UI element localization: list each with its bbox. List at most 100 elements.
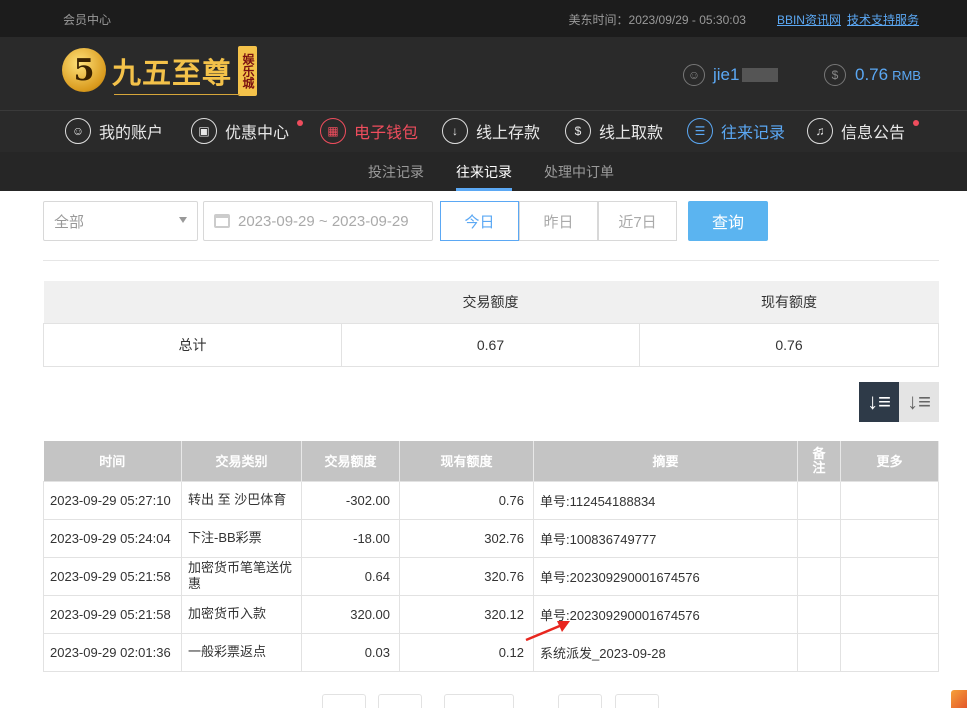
type-cell: 转出 至 沙巴体育 — [181, 480, 302, 520]
record-icon: ☰ — [687, 118, 713, 144]
nav-online-deposit[interactable]: ↓ 线上存款 — [442, 118, 540, 144]
withdraw-icon: $ — [565, 118, 591, 144]
pager-prev-button[interactable] — [378, 694, 422, 708]
nav-online-withdraw[interactable]: $ 线上取款 — [565, 118, 663, 144]
type-cell: 下注-BB彩票 — [181, 518, 302, 558]
notification-dot — [297, 120, 303, 126]
dollar-icon: $ — [824, 64, 846, 86]
calendar-icon — [214, 214, 230, 228]
table-row: 2023-09-29 05:27:10 转出 至 沙巴体育 -302.00 0.… — [43, 480, 939, 520]
summary-cell: 总计 — [43, 322, 342, 367]
summary-cell: 0.76 — [639, 322, 939, 367]
yesterday-button[interactable]: 昨日 — [519, 201, 598, 241]
type-select-value: 全部 — [54, 213, 85, 231]
floating-widget-icon[interactable] — [951, 690, 967, 708]
logo-ornament — [114, 94, 240, 102]
note-cell — [797, 556, 841, 596]
summary-cell: 单号:100836749777 — [533, 518, 798, 558]
sort-asc-button[interactable]: ↓≡ — [899, 382, 939, 422]
time-cell: 2023-09-29 05:21:58 — [43, 594, 182, 634]
records-header-row: 时间 交易类别 交易额度 现有额度 摘要 备注 更多 — [43, 441, 939, 481]
sort-desc-button[interactable]: ↓≡ — [859, 382, 899, 422]
summary-header-row: 交易额度 现有额度 — [43, 281, 939, 323]
note-cell — [797, 632, 841, 672]
today-button[interactable]: 今日 — [440, 201, 519, 241]
sort-asc-icon: ↓≡ — [907, 389, 931, 414]
table-row: 2023-09-29 05:21:58 加密货币笔笔送优惠 0.64 320.7… — [43, 556, 939, 596]
bbin-news-link[interactable]: BBIN资讯网 — [777, 11, 841, 28]
more-cell — [840, 632, 939, 672]
type-cell: 加密货币笔笔送优惠 — [181, 556, 302, 596]
more-cell — [840, 594, 939, 634]
pager-page-input[interactable] — [444, 694, 514, 708]
main-nav: ☺ 我的账户 ▣ 优惠中心 ▦ 电子钱包 ↓ 线上存款 $ 线上取款 ☰ 往来记录 ♫ 信息公… — [0, 110, 967, 152]
nav-transaction-record[interactable]: ☰ 往来记录 — [687, 118, 785, 144]
top-bar: 会员中心 美东时间：2023/09/29 - 05:30:03 BBIN资讯网 … — [0, 0, 967, 37]
tab-bet-records[interactable]: 投注记录 — [368, 162, 424, 182]
eastern-time: 美东时间：2023/09/29 - 05:30:03 — [568, 13, 746, 27]
column-header: 备注 — [797, 441, 841, 481]
pager-next-button[interactable] — [558, 694, 602, 708]
date-range-value: 2023-09-29 ~ 2023-09-29 — [238, 212, 409, 230]
summary-cell: 单号:112454188834 — [533, 480, 798, 520]
nav-e-wallet[interactable]: ▦ 电子钱包 — [320, 118, 418, 144]
query-button[interactable]: 查询 — [688, 201, 768, 241]
pager-first-button[interactable] — [322, 694, 366, 708]
nav-announcements[interactable]: ♫ 信息公告 — [807, 118, 919, 144]
sub-nav: 投注记录 往来记录 处理中订单 — [0, 152, 967, 191]
column-header: 交易额度 — [301, 441, 400, 481]
type-cell: 一般彩票返点 — [181, 632, 302, 672]
user-info[interactable]: ☺ jie1 — [683, 64, 779, 86]
sort-desc-icon: ↓≡ — [867, 389, 891, 414]
time-cell: 2023-09-29 05:21:58 — [43, 556, 182, 596]
column-header: 交易类别 — [181, 441, 302, 481]
column-header: 更多 — [840, 441, 939, 481]
pager-last-button[interactable] — [615, 694, 659, 708]
amount-cell: -302.00 — [301, 480, 400, 520]
balance-unit: RMB — [892, 67, 921, 83]
header: 5 九五至尊 娱乐城 ☺ jie1 $ 0.76 RMB — [0, 37, 967, 110]
amount-cell: 0.64 — [301, 556, 400, 596]
type-cell: 加密货币入款 — [181, 594, 302, 634]
logo-badge: 娱乐城 — [238, 46, 258, 96]
more-cell — [840, 480, 939, 520]
balance-cell: 320.76 — [399, 556, 534, 596]
time-cell: 2023-09-29 05:24:04 — [43, 518, 182, 558]
amount-cell: 0.03 — [301, 632, 400, 672]
note-cell — [797, 594, 841, 634]
balance-cell: 320.12 — [399, 594, 534, 634]
balance-info: $ 0.76 RMB — [824, 64, 921, 86]
logo-text: 九五至尊 — [112, 56, 233, 90]
date-range-input[interactable]: 2023-09-29 ~ 2023-09-29 — [203, 201, 433, 241]
time-cell: 2023-09-29 02:01:36 — [43, 632, 182, 672]
last-7-days-button[interactable]: 近7日 — [598, 201, 677, 241]
summary-cell: 系统派发_2023-09-28 — [533, 632, 798, 672]
nav-promotions[interactable]: ▣ 优惠中心 — [191, 118, 303, 144]
logo-mark: 5 — [62, 48, 106, 92]
top-bar-right: 美东时间：2023/09/29 - 05:30:03 BBIN资讯网 技术支持服… — [569, 11, 919, 28]
column-header: 现有额度 — [399, 441, 534, 481]
summary-cell: 单号:202309290001674576 — [533, 556, 798, 596]
type-select[interactable]: 全部 — [43, 201, 198, 241]
nav-my-account[interactable]: ☺ 我的账户 — [65, 118, 163, 144]
tech-support-link[interactable]: 技术支持服务 — [847, 11, 919, 28]
bell-icon: ♫ — [807, 118, 833, 144]
chevron-down-icon — [179, 217, 187, 223]
balance-cell: 0.76 — [399, 480, 534, 520]
column-header: 时间 — [43, 441, 182, 481]
table-row: 2023-09-29 05:24:04 下注-BB彩票 -18.00 302.7… — [43, 518, 939, 558]
summary-cell: 0.67 — [341, 322, 640, 367]
summary-header: 交易额度 — [341, 281, 640, 323]
summary-table: 交易额度 现有额度 总计 0.67 0.76 — [43, 281, 939, 367]
table-row: 2023-09-29 02:01:36 一般彩票返点 0.03 0.12 系统派… — [43, 632, 939, 672]
site-logo[interactable]: 5 九五至尊 娱乐城 — [62, 46, 258, 102]
summary-row: 总计 0.67 0.76 — [43, 322, 939, 367]
username: jie1 — [713, 65, 740, 84]
tab-pending-orders[interactable]: 处理中订单 — [544, 162, 614, 182]
user-icon: ☺ — [683, 64, 705, 86]
notification-dot — [913, 120, 919, 126]
balance-cell: 0.12 — [399, 632, 534, 672]
tab-transaction-records[interactable]: 往来记录 — [456, 162, 512, 191]
annotation-arrow-icon — [525, 621, 570, 642]
balance-amount: 0.76 — [855, 65, 889, 84]
